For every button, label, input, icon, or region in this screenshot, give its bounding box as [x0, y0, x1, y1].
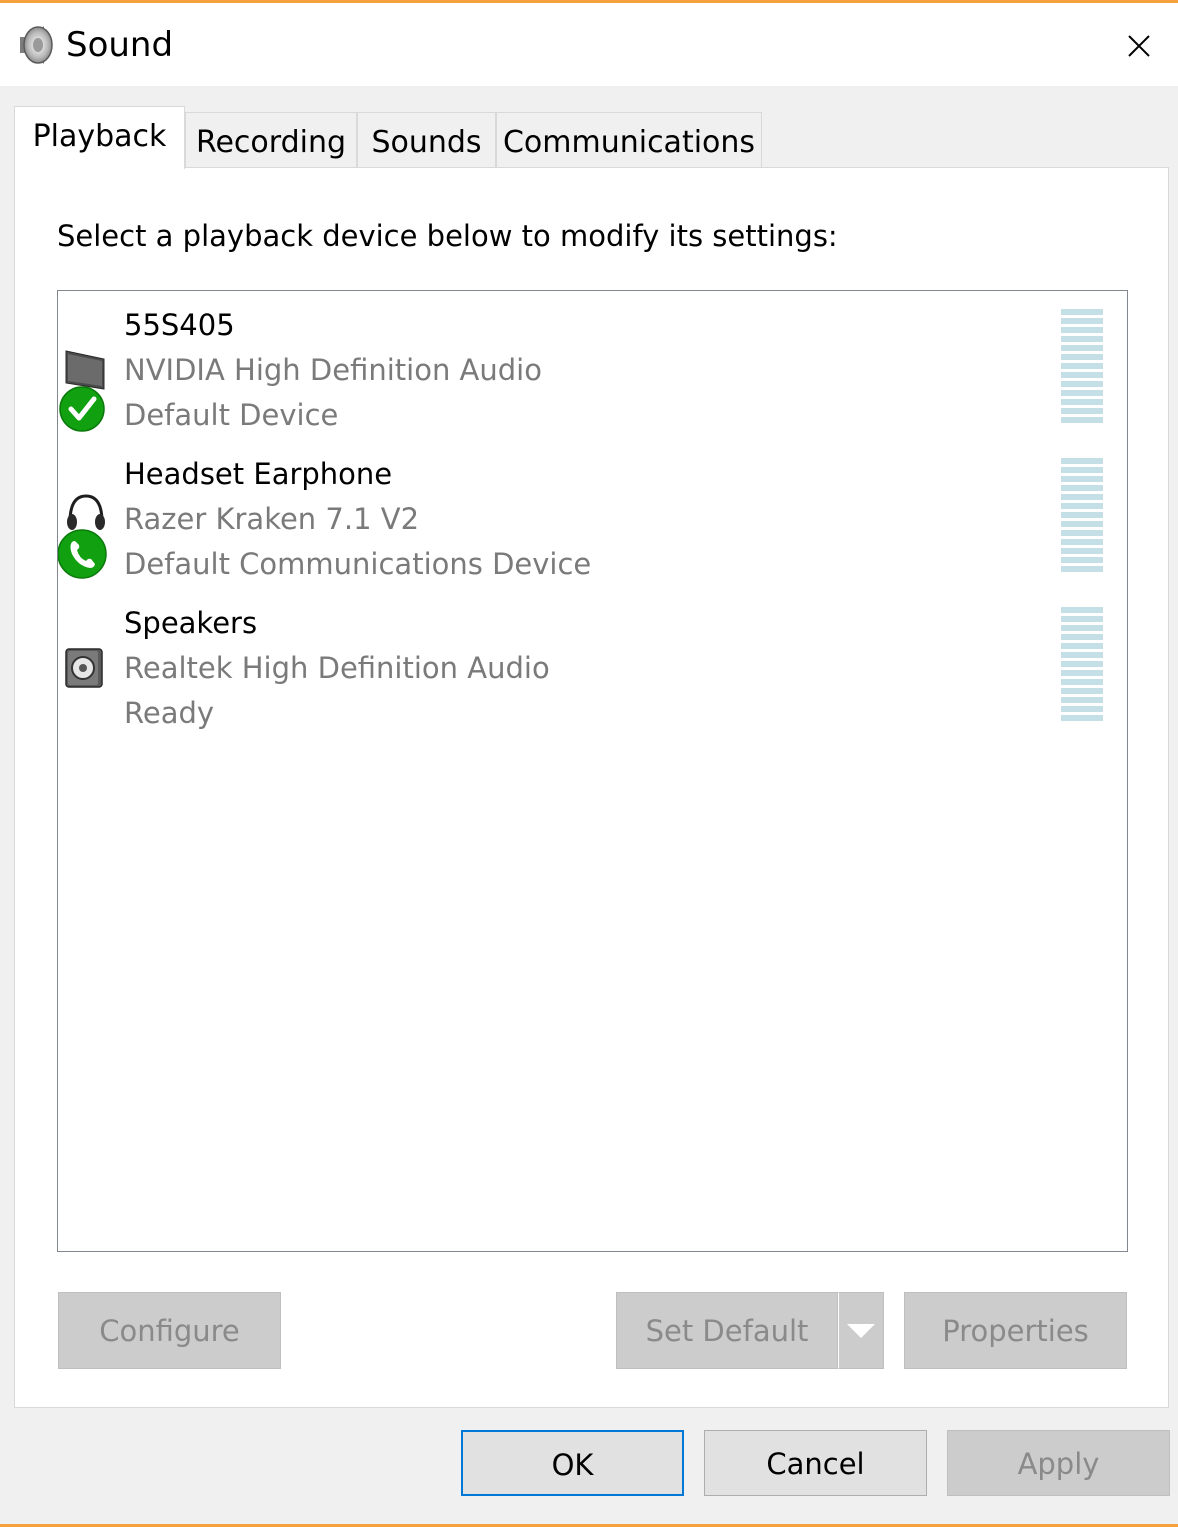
- cancel-button[interactable]: Cancel: [704, 1430, 927, 1496]
- tab-playback[interactable]: Playback: [14, 106, 185, 169]
- device-status: Ready: [124, 696, 215, 730]
- volume-meter: [1061, 458, 1103, 572]
- device-status: Default Communications Device: [124, 547, 592, 581]
- sound-dialog: Sound Playback Recording Sounds Communic…: [0, 0, 1178, 1527]
- tab-recording[interactable]: Recording: [185, 112, 357, 168]
- close-button[interactable]: [1110, 17, 1168, 75]
- device-list[interactable]: 55S405 NVIDIA High Definition Audio Defa…: [57, 290, 1128, 1252]
- phone-badge-icon: [58, 529, 107, 579]
- set-default-dropdown-button[interactable]: [838, 1292, 884, 1369]
- tab-sounds[interactable]: Sounds: [357, 112, 496, 168]
- speaker-icon: [65, 648, 103, 688]
- speaker-app-icon: [20, 26, 53, 64]
- device-name: Headset Earphone: [124, 457, 393, 491]
- device-name: 55S405: [124, 308, 235, 342]
- device-driver: Realtek High Definition Audio: [124, 651, 550, 685]
- device-name: Speakers: [124, 606, 258, 640]
- device-status: Default Device: [124, 398, 339, 432]
- device-driver: NVIDIA High Definition Audio: [124, 353, 542, 387]
- instruction-text: Select a playback device below to modify…: [57, 219, 838, 253]
- monitor-icon: [59, 350, 105, 432]
- device-driver: Razer Kraken 7.1 V2: [124, 502, 420, 536]
- volume-meter: [1061, 309, 1103, 423]
- ok-button[interactable]: OK: [461, 1430, 684, 1496]
- tab-communications[interactable]: Communications: [496, 112, 762, 168]
- apply-button[interactable]: Apply: [947, 1430, 1170, 1496]
- device-item-headset-earphone[interactable]: Headset Earphone Razer Kraken 7.1 V2 Def…: [58, 452, 1127, 592]
- volume-meter: [1061, 607, 1103, 721]
- default-check-icon: [59, 386, 105, 432]
- chevron-down-icon: [847, 1323, 875, 1338]
- device-item-speakers[interactable]: Speakers Realtek High Definition Audio R…: [58, 601, 1127, 741]
- headset-icon: [58, 494, 107, 579]
- configure-button[interactable]: Configure: [58, 1292, 281, 1369]
- set-default-button[interactable]: Set Default: [616, 1292, 838, 1369]
- title-bar[interactable]: Sound: [0, 3, 1178, 86]
- window-title: Sound: [66, 25, 174, 65]
- properties-button[interactable]: Properties: [904, 1292, 1127, 1369]
- device-item-55s405[interactable]: 55S405 NVIDIA High Definition Audio Defa…: [58, 303, 1127, 443]
- close-icon: [1128, 35, 1150, 57]
